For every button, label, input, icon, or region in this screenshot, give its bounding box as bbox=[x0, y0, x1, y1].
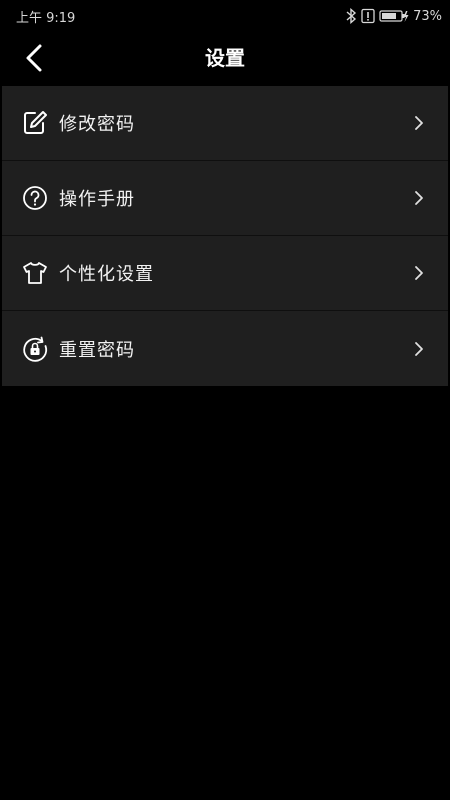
chevron-right-icon bbox=[415, 266, 423, 280]
battery-icon bbox=[379, 9, 409, 23]
page-title: 设置 bbox=[205, 46, 245, 70]
menu-item-label: 修改密码 bbox=[59, 114, 135, 135]
edit-icon bbox=[21, 109, 49, 137]
alert-icon bbox=[361, 8, 375, 24]
battery-percent: 73% bbox=[413, 8, 442, 24]
settings-screen: 上午 9:19 73% 设置 修改密码 操作手册 个性化设置 重置密码 bbox=[0, 0, 450, 800]
menu-item-label: 操作手册 bbox=[59, 189, 135, 210]
menu-item-manual[interactable]: 操作手册 bbox=[2, 161, 448, 236]
chevron-right-icon bbox=[415, 341, 423, 356]
status-icons: 73% bbox=[345, 8, 442, 24]
menu-item-change-password[interactable]: 修改密码 bbox=[2, 86, 448, 161]
bluetooth-icon bbox=[345, 8, 357, 24]
chevron-right-icon bbox=[415, 191, 423, 205]
menu-item-label: 重置密码 bbox=[59, 339, 135, 361]
menu-item-personalization[interactable]: 个性化设置 bbox=[2, 236, 448, 311]
tshirt-icon bbox=[21, 259, 49, 287]
chevron-right-icon bbox=[415, 116, 423, 130]
menu-item-reset-password[interactable]: 重置密码 bbox=[2, 311, 448, 386]
status-time: 上午 9:19 bbox=[16, 10, 76, 26]
menu-item-label: 个性化设置 bbox=[59, 264, 154, 285]
nav-bar: 设置 bbox=[0, 32, 450, 84]
lock-reset-icon bbox=[21, 335, 49, 363]
help-icon bbox=[21, 184, 49, 212]
status-bar: 上午 9:19 73% bbox=[0, 0, 450, 32]
settings-menu: 修改密码 操作手册 个性化设置 重置密码 bbox=[2, 86, 448, 386]
